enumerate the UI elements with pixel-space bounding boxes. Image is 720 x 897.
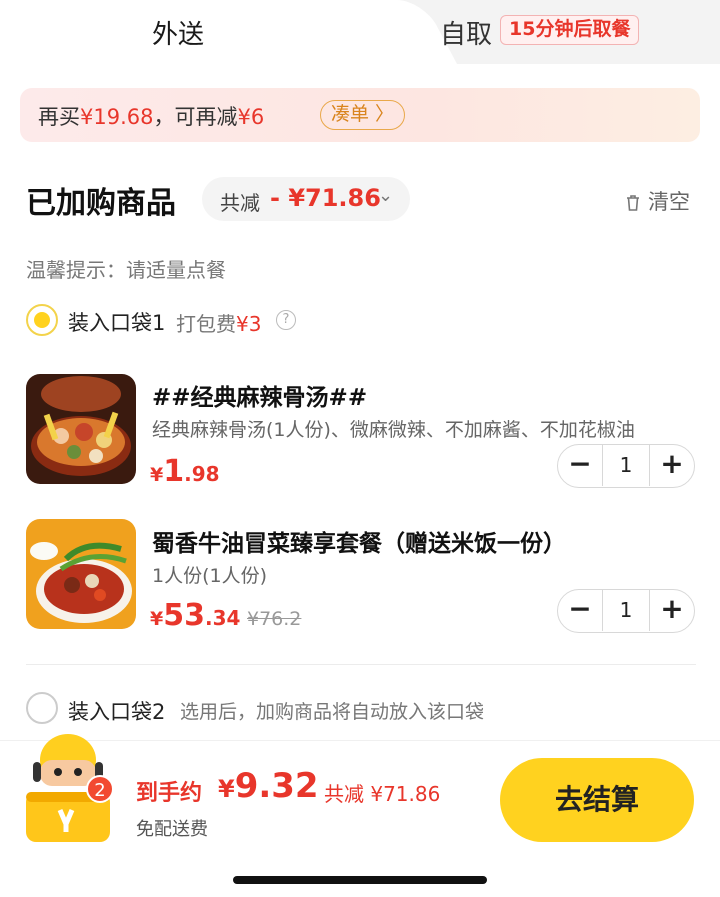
price-currency: ¥: [150, 464, 164, 486]
tip-text: 温馨提示：请适量点餐: [26, 258, 226, 282]
original-price: ¥76.2: [247, 608, 302, 630]
free-shipping-label: 免配送费: [136, 819, 208, 840]
total-saved: 共减 ¥71.86: [324, 782, 441, 806]
item-description: 经典麻辣骨汤(1人份)、微麻微辣、不加麻酱、不加花椒油: [152, 419, 635, 441]
promo-mid: ，可再减: [153, 105, 238, 129]
item-description: 1人份(1人份): [152, 565, 268, 587]
help-icon[interactable]: ?: [276, 310, 296, 330]
price-decimal: .34: [204, 606, 241, 630]
bag1-radio[interactable]: [26, 304, 58, 336]
bag2-radio[interactable]: [26, 692, 58, 724]
pickup-time-badge: 15分钟后取餐: [500, 15, 640, 45]
total-label: 到手约: [136, 781, 203, 806]
discount-label: 共减: [220, 191, 260, 215]
tab-delivery[interactable]: 外送: [152, 14, 204, 51]
promo-banner: 再买¥19.68，可再减¥6 凑单 〉: [20, 88, 700, 142]
increase-button[interactable]: +: [650, 590, 694, 631]
discount-value: - ¥71.86: [270, 184, 381, 212]
order-mode-tabs: 外送 自取 15分钟后取餐: [0, 0, 720, 64]
divider: [26, 664, 696, 665]
discount-summary[interactable]: 共减 - ¥71.86 ⌄: [202, 177, 410, 221]
bag2-label: 装入口袋2: [68, 700, 166, 724]
add-more-button[interactable]: 凑单 〉: [320, 100, 406, 130]
chevron-down-icon: ⌄: [378, 185, 394, 206]
price-currency: ¥: [150, 608, 164, 630]
packaging-fee: 打包费¥3: [176, 308, 261, 337]
packaging-fee-value: ¥3: [236, 312, 262, 336]
item-thumbnail[interactable]: [26, 519, 136, 629]
quantity-value: 1: [602, 590, 650, 631]
item-thumbnail[interactable]: [26, 374, 136, 484]
total-currency: ¥: [218, 775, 235, 803]
quantity-stepper: − 1 +: [557, 589, 695, 633]
quantity-stepper: − 1 +: [557, 444, 695, 488]
promo-prefix: 再买: [38, 105, 80, 129]
bag2-hint: 选用后，加购商品将自动放入该口袋: [180, 701, 485, 723]
home-indicator: [233, 876, 487, 884]
clear-cart-button[interactable]: 清空: [624, 186, 690, 216]
price-integer: 1: [163, 454, 185, 489]
clear-label: 清空: [648, 190, 690, 214]
promo-amount-more: ¥19.68: [80, 105, 154, 129]
bag1-label: 装入口袋1: [68, 311, 166, 335]
trash-icon: [627, 195, 639, 211]
tab-pickup[interactable]: 自取: [440, 14, 492, 51]
item-title: 蜀香牛油冒菜臻享套餐（赠送米饭一份）: [152, 531, 566, 557]
decrease-button[interactable]: −: [558, 445, 602, 486]
item-price: ¥53.34: [150, 598, 240, 633]
total-number: 9.32: [234, 766, 319, 806]
cart-count-badge: 2: [86, 775, 114, 803]
cart-title: 已加购商品: [26, 186, 176, 221]
total-amount: ¥9.32: [218, 766, 319, 806]
price-integer: 53: [163, 598, 205, 633]
item-price: ¥1.98: [150, 454, 220, 489]
decrease-button[interactable]: −: [558, 590, 602, 631]
promo-text: 再买¥19.68，可再减¥6: [38, 101, 264, 131]
packaging-fee-label: 打包费: [176, 312, 236, 336]
item-title: ##经典麻辣骨汤##: [152, 385, 368, 411]
checkout-button[interactable]: 去结算: [500, 758, 694, 842]
price-decimal: .98: [184, 462, 220, 486]
increase-button[interactable]: +: [650, 445, 694, 486]
maocai-image-icon: [26, 519, 136, 629]
hotpot-image-icon: [26, 374, 136, 484]
quantity-value: 1: [602, 445, 650, 486]
promo-amount-off: ¥6: [237, 105, 265, 129]
